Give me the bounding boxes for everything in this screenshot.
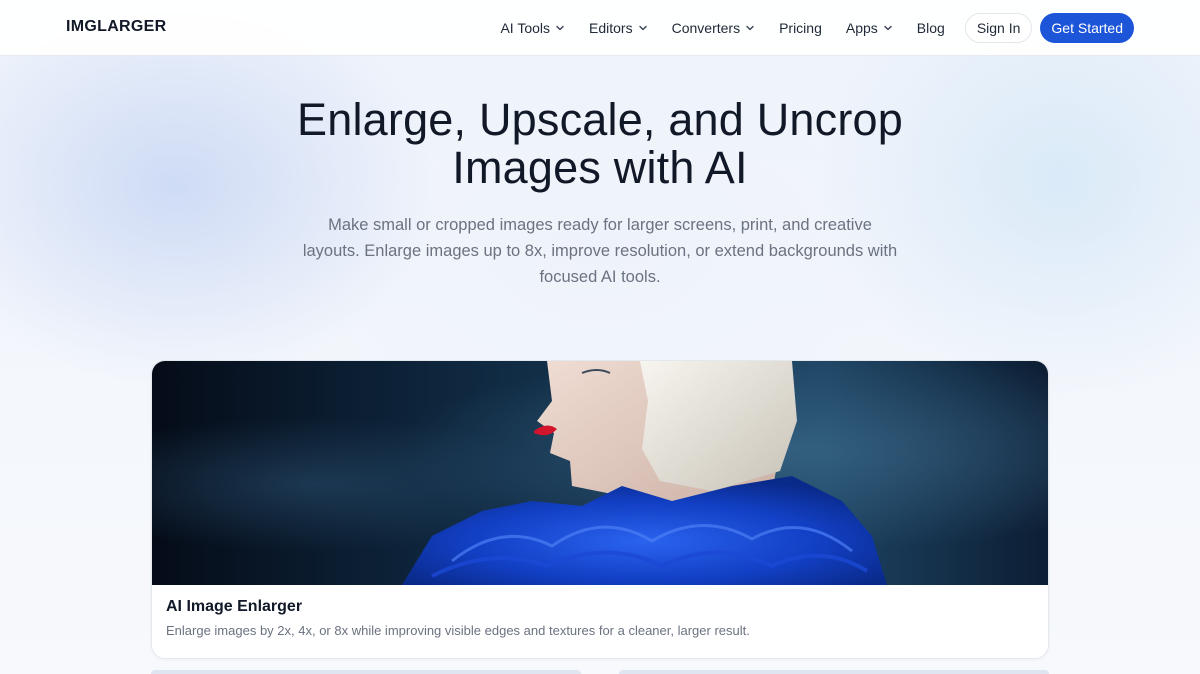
- site-logo[interactable]: IMGLARGER: [66, 18, 166, 36]
- nav-label: Converters: [671, 20, 741, 36]
- chevron-down-icon: [556, 25, 564, 31]
- nav-label: Blog: [916, 20, 945, 36]
- feature-card-title: AI Image Enlarger: [166, 598, 303, 615]
- hero-title-line2: Images with AI: [452, 142, 748, 193]
- main-nav: AI Tools Editors Converters Pricing Apps…: [500, 13, 1134, 43]
- get-started-button[interactable]: Get Started: [1040, 13, 1134, 43]
- sign-in-button[interactable]: Sign In: [964, 13, 1033, 43]
- nav-pricing[interactable]: Pricing: [779, 20, 822, 36]
- chevron-down-icon: [638, 25, 647, 31]
- next-card-left-preview[interactable]: [151, 670, 581, 674]
- feature-card-description: Enlarge images by 2x, 4x, or 8x while im…: [166, 623, 750, 638]
- hero-title-line1: Enlarge, Upscale, and Uncrop: [297, 94, 903, 145]
- feature-image: [152, 361, 1048, 585]
- hero-section: Enlarge, Upscale, and Uncrop Images with…: [0, 96, 1200, 290]
- nav-label: Apps: [845, 20, 878, 36]
- chevron-down-icon: [746, 25, 754, 31]
- top-navigation-bar: IMGLARGER AI Tools Editors Converters Pr…: [0, 0, 1200, 56]
- hero-subtitle: Make small or cropped images ready for l…: [302, 216, 898, 286]
- chevron-down-icon: [884, 25, 892, 31]
- nav-label: Pricing: [779, 20, 822, 36]
- hero-title: Enlarge, Upscale, and Uncrop Images with…: [250, 96, 950, 192]
- nav-label: AI Tools: [500, 20, 551, 36]
- nav-label: Editors: [589, 20, 633, 36]
- nav-ai-tools[interactable]: AI Tools: [500, 20, 565, 36]
- nav-editors[interactable]: Editors: [589, 20, 648, 36]
- nav-blog[interactable]: Blog: [917, 20, 945, 36]
- nav-converters[interactable]: Converters: [672, 20, 755, 36]
- next-card-right-preview[interactable]: [619, 670, 1049, 674]
- feature-card-image-enlarger[interactable]: AI Image Enlarger Enlarge images by 2x, …: [151, 360, 1049, 659]
- nav-apps[interactable]: Apps: [846, 20, 893, 36]
